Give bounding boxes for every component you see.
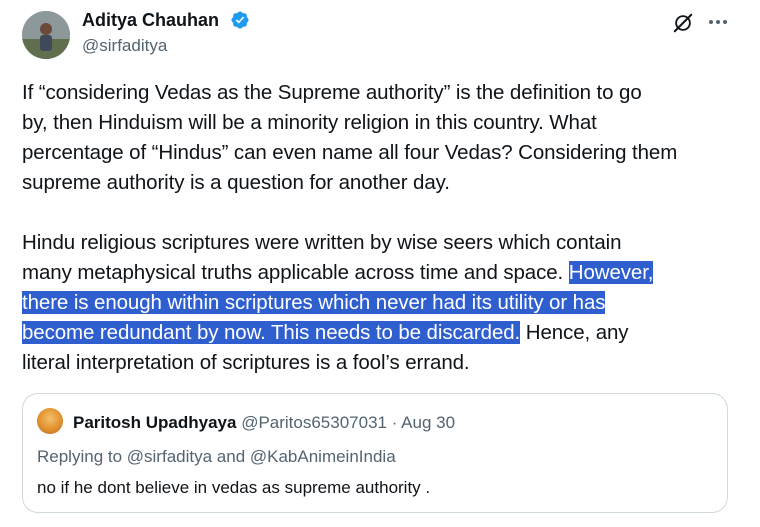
tweet-line: many metaphysical truths applicable acro… (22, 258, 742, 288)
more-options-icon[interactable] (706, 12, 730, 32)
author-name[interactable]: Aditya Chauhan (82, 9, 219, 31)
tweet-line: supreme authority is a question for anot… (22, 171, 450, 194)
selected-text: However, (568, 261, 654, 284)
quoted-author-handle[interactable]: @Paritos65307031 (241, 413, 387, 432)
tweet-text-segment: Hence, any (520, 321, 629, 344)
selected-text: become redundant by now. This needs to b… (22, 321, 521, 344)
grok-icon[interactable] (672, 12, 694, 34)
quoted-author-avatar[interactable] (37, 408, 63, 434)
verified-badge-icon (231, 11, 249, 29)
quoted-tweet-date[interactable]: · Aug 30 (392, 413, 455, 432)
quoted-author-name[interactable]: Paritosh Upadhyaya (73, 413, 236, 432)
author-avatar[interactable] (22, 11, 70, 59)
quoted-tweet-text: no if he dont believe in vedas as suprem… (37, 478, 431, 497)
author-handle[interactable]: @sirfaditya (82, 35, 167, 57)
tweet-line: there is enough within scriptures which … (22, 288, 742, 318)
tweet-line: become redundant by now. This needs to b… (22, 318, 742, 348)
selected-text: there is enough within scriptures which … (22, 291, 606, 314)
tweet-text: If “considering Vedas as the Supreme aut… (22, 78, 742, 378)
replying-to: Replying to @sirfaditya and @KabAnimeinI… (37, 447, 396, 466)
avatar-photo (22, 11, 70, 59)
quoted-tweet-header: Paritosh Upadhyaya @Paritos65307031 · Au… (73, 412, 455, 434)
tweet-line: Hindu religious scriptures were written … (22, 231, 622, 254)
tweet-line: literal interpretation of scriptures is … (22, 351, 470, 374)
tweet-line: percentage of “Hindus” can even name all… (22, 141, 678, 164)
tweet-line: If “considering Vedas as the Supreme aut… (22, 81, 642, 104)
tweet-line: by, then Hinduism will be a minority rel… (22, 111, 597, 134)
tweet-text-segment: many metaphysical truths applicable acro… (22, 261, 564, 284)
quoted-tweet[interactable]: Paritosh Upadhyaya @Paritos65307031 · Au… (22, 393, 728, 513)
